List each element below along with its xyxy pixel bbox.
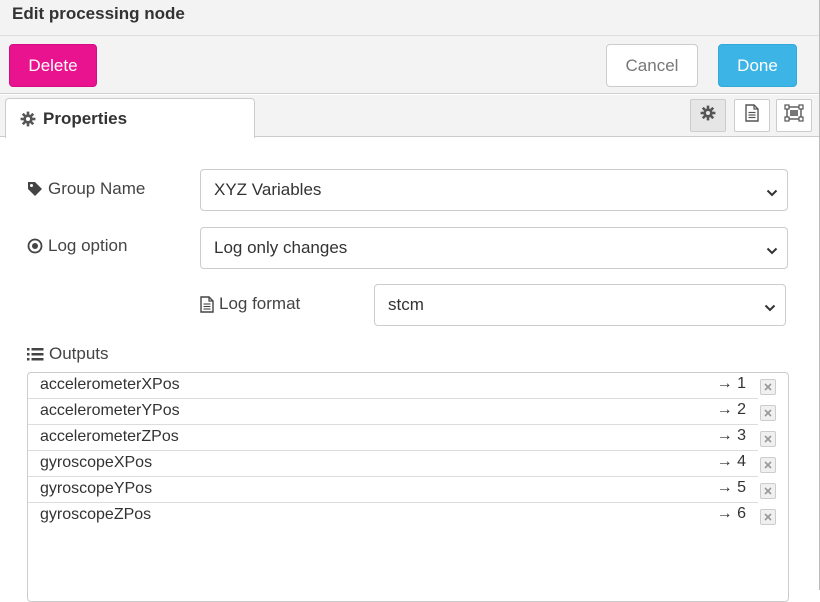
output-name: accelerometerXPos [40, 376, 180, 393]
chevron-down-icon [764, 299, 776, 319]
outputs-list: accelerometerXPos → 1 accelerometerYPos … [27, 372, 789, 602]
dialog-title: Edit processing node [12, 4, 185, 23]
output-row[interactable]: gyroscopeYPos → 5 [28, 477, 758, 503]
group-name-label-text: Group Name [48, 179, 146, 198]
output-name: accelerometerZPos [40, 428, 179, 445]
node-appearance-button[interactable] [776, 99, 812, 132]
dialog-titlebar: Edit processing node [0, 0, 820, 36]
delete-button[interactable]: Delete [9, 44, 97, 87]
tab-properties-label: Properties [43, 108, 128, 128]
log-option-label: Log option [27, 236, 127, 256]
done-button[interactable]: Done [718, 44, 797, 87]
delete-output-button[interactable] [760, 379, 776, 395]
file-icon [200, 295, 214, 313]
outputs-label-text: Outputs [49, 344, 109, 363]
output-port: → 5 [716, 479, 746, 496]
output-port: → 2 [716, 401, 746, 418]
output-port: → 3 [716, 427, 746, 444]
log-option-label-text: Log option [48, 236, 128, 255]
output-name: accelerometerYPos [40, 402, 180, 419]
cancel-button[interactable]: Cancel [606, 44, 698, 87]
close-icon [764, 482, 772, 500]
gear-icon [20, 111, 36, 127]
outputs-label: Outputs [27, 344, 109, 364]
output-row[interactable]: accelerometerYPos → 2 [28, 399, 758, 425]
log-format-label: Log format [200, 294, 300, 314]
node-properties-button[interactable] [690, 99, 726, 132]
list-icon [27, 347, 44, 362]
output-row[interactable]: gyroscopeXPos → 4 [28, 451, 758, 477]
delete-output-button[interactable] [760, 483, 776, 499]
log-option-value: Log only changes [214, 238, 348, 257]
tag-icon [27, 181, 43, 197]
chevron-down-icon [766, 184, 778, 204]
button-bar: Delete Cancel Done [0, 36, 820, 94]
output-name: gyroscopeYPos [40, 480, 153, 497]
close-icon [764, 456, 772, 474]
output-name: gyroscopeXPos [40, 454, 153, 471]
output-name: gyroscopeZPos [40, 506, 152, 523]
log-format-label-text: Log format [219, 294, 301, 313]
delete-output-button[interactable] [760, 457, 776, 473]
group-name-select[interactable]: XYZ Variables [200, 169, 788, 211]
close-icon [764, 430, 772, 448]
node-description-button[interactable] [734, 99, 770, 132]
group-name-label: Group Name [27, 179, 145, 199]
appearance-icon [784, 104, 804, 127]
delete-output-button[interactable] [760, 509, 776, 525]
log-format-value: stcm [388, 295, 424, 314]
close-icon [764, 404, 772, 422]
close-icon [764, 378, 772, 396]
log-format-select[interactable]: stcm [374, 284, 786, 326]
output-row[interactable]: gyroscopeZPos → 6 [28, 503, 758, 529]
delete-output-button[interactable] [760, 431, 776, 447]
close-icon [764, 508, 772, 526]
chevron-down-icon [766, 242, 778, 262]
output-row[interactable]: accelerometerZPos → 3 [28, 425, 758, 451]
output-port: → 1 [716, 375, 746, 392]
description-icon [744, 104, 760, 127]
output-row[interactable]: accelerometerXPos → 1 [28, 373, 758, 399]
delete-output-button[interactable] [760, 405, 776, 421]
radio-dot-icon [27, 238, 43, 254]
group-name-value: XYZ Variables [214, 180, 322, 199]
log-option-select[interactable]: Log only changes [200, 227, 788, 269]
gear-icon [700, 105, 716, 126]
tab-properties[interactable]: Properties [5, 98, 255, 138]
output-port: → 4 [716, 453, 746, 470]
tab-strip: Properties [0, 95, 820, 138]
output-port: → 6 [716, 505, 746, 522]
